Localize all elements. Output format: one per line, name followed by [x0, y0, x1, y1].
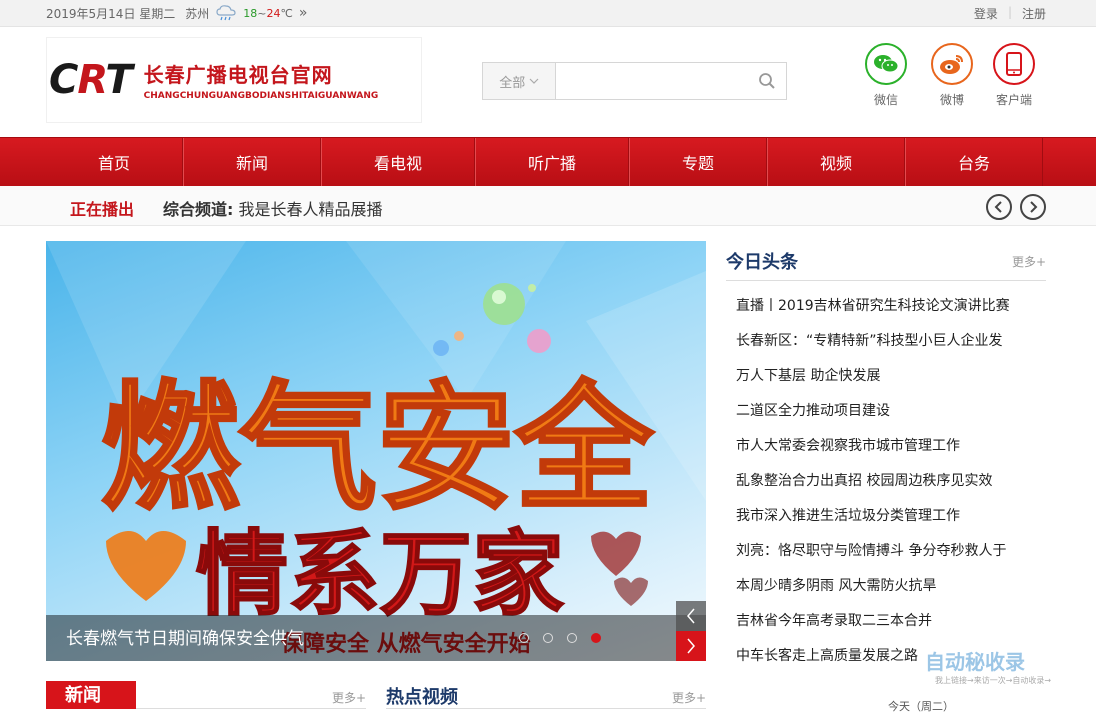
search-scope-label: 全部 — [499, 75, 526, 91]
logo-text: 长春广播电视台官网 CHANGCHUNGUANGBODIANSHITAIGUAN… — [144, 59, 379, 101]
headline-item[interactable]: 吉林省今年高考录取二三本合并 — [726, 604, 1046, 639]
nav-tv[interactable]: 看电视 — [321, 138, 475, 186]
date-text: 2019年5月14日 星期二 — [46, 6, 176, 21]
carousel-dots — [519, 633, 601, 643]
headline-item[interactable]: 市人大常委会视察我市城市管理工作 — [726, 429, 1046, 464]
search-input[interactable] — [556, 63, 749, 99]
carousel-dot-active[interactable] — [591, 633, 601, 643]
nav-topics[interactable]: 专题 — [629, 138, 767, 186]
main-nav: 首页 新闻 看电视 听广播 专题 视频 台务 — [0, 137, 1096, 186]
temp-unit: ℃ — [280, 6, 293, 20]
carousel-dot[interactable] — [519, 633, 529, 643]
headlines-list: 直播丨2019吉林省研究生科技论文演讲比赛 长春新区：“专精特新”科技型小巨人企… — [726, 289, 1046, 674]
carousel-dot[interactable] — [543, 633, 553, 643]
nav-about[interactable]: 台务 — [905, 138, 1043, 186]
weather-more-icon[interactable]: » — [299, 5, 308, 21]
banner-caption[interactable]: 长春燃气节日期间确保安全供气 — [66, 624, 304, 649]
hot-video-header: 热点视频 更多+ — [386, 681, 706, 709]
logo-en: CHANGCHUNGUANGBODIANSHITAIGUANWANG — [143, 91, 379, 101]
crt-logo-mark: CRT — [49, 57, 133, 103]
now-playing-bar: 正在播出 综合频道: 我是长春人精品展播 — [0, 186, 1096, 226]
channel-name: 综合频道: — [163, 200, 234, 219]
weibo-label: 微博 — [939, 93, 964, 107]
headlines-panel: 今日头条 更多+ 直播丨2019吉林省研究生科技论文演讲比赛 长春新区：“专精特… — [726, 241, 1046, 674]
headlines-title: 今日头条 — [726, 252, 798, 273]
wechat-label: 微信 — [873, 93, 898, 107]
chevron-down-icon — [529, 78, 539, 84]
search-scope-select[interactable]: 全部 — [483, 63, 557, 99]
watermark-line1: 自动秘收录 — [925, 650, 1025, 674]
headline-item[interactable]: 刘亮：恪尽职守与险情搏斗 争分夺秒救人于 — [726, 534, 1046, 569]
chevron-left-icon — [687, 608, 695, 624]
weibo-link[interactable]: 微博 — [922, 43, 982, 108]
register-link[interactable]: 注册 — [1022, 5, 1046, 22]
news-section-tab[interactable]: 新闻 — [46, 681, 136, 709]
chevron-left-icon — [994, 201, 1002, 213]
phone-icon — [993, 43, 1035, 85]
headline-item[interactable]: 乱象整治合力出真招 校园周边秩序见实效 — [726, 464, 1046, 499]
wechat-link[interactable]: 微信 — [856, 43, 916, 108]
watermark: 自动秘收录 我上链接→来访一次→自动收录→ — [925, 646, 1051, 686]
logo-cn: 长春广播电视台官网 — [143, 63, 333, 87]
app-link[interactable]: 客户端 — [984, 43, 1044, 108]
temp-sep: ~ — [257, 6, 267, 20]
headline-item[interactable]: 本周少晴多阴雨 风大需防火抗旱 — [726, 569, 1046, 604]
hot-video-title: 热点视频 — [386, 687, 458, 708]
date-weather: 2019年5月14日 星期二 苏州 18~24℃ » — [46, 4, 307, 22]
wechat-icon — [865, 43, 907, 85]
carousel-dot[interactable] — [567, 633, 577, 643]
now-playing-text[interactable]: 综合频道: 我是长春人精品展播 — [163, 196, 383, 220]
banner-carousel[interactable]: 燃气安全 情系万家 保障安全 从燃气安全开始 长春燃气节日期间确保安全供气 — [46, 241, 706, 661]
site-logo[interactable]: CRT 长春广播电视台官网 CHANGCHUNGUANGBODIANSHITAI… — [46, 37, 422, 123]
carousel-prev-button[interactable] — [676, 601, 706, 631]
headlines-more-link[interactable]: 更多+ — [1012, 253, 1046, 270]
search-box: 全部 — [482, 62, 787, 100]
nav-radio[interactable]: 听广播 — [475, 138, 629, 186]
headline-item[interactable]: 直播丨2019吉林省研究生科技论文演讲比赛 — [726, 289, 1046, 324]
login-link[interactable]: 登录 — [974, 5, 998, 22]
svg-text:燃气安全: 燃气安全 — [101, 368, 654, 529]
search-button[interactable] — [748, 63, 786, 99]
now-playing-tag: 正在播出 — [70, 200, 135, 219]
header: CRT 长春广播电视台官网 CHANGCHUNGUANGBODIANSHITAI… — [0, 27, 1096, 137]
news-more-link[interactable]: 更多+ — [332, 689, 366, 706]
carousel-next-button[interactable] — [676, 631, 706, 661]
headline-item[interactable]: 我市深入推进生活垃圾分类管理工作 — [726, 499, 1046, 534]
program-name: 我是长春人精品展播 — [233, 200, 383, 219]
nav-home[interactable]: 首页 — [46, 138, 183, 186]
chevron-right-icon — [687, 638, 695, 654]
weibo-icon — [931, 43, 973, 85]
chevron-right-icon — [1030, 201, 1038, 213]
hot-video-more-link[interactable]: 更多+ — [672, 689, 706, 706]
headlines-header: 今日头条 更多+ — [726, 241, 1046, 281]
banner-image: 燃气安全 情系万家 保障安全 从燃气安全开始 — [46, 241, 706, 657]
temp-low: 18 — [243, 6, 258, 20]
watermark-line2: 我上链接→来访一次→自动收录→ — [935, 676, 1052, 685]
next-program-button[interactable] — [1020, 194, 1046, 220]
nav-video[interactable]: 视频 — [767, 138, 905, 186]
weather-today: 今天（周二） — [888, 700, 954, 713]
city-text: 苏州 — [185, 6, 210, 21]
search-icon — [759, 73, 775, 89]
svg-text:情系万家: 情系万家 — [196, 521, 564, 628]
temperature: 18~24℃ — [243, 7, 293, 20]
news-section-header: 新闻 更多+ — [46, 681, 366, 709]
prev-program-button[interactable] — [986, 194, 1012, 220]
account-links: 登录 | 注册 — [974, 5, 1046, 22]
app-label: 客户端 — [995, 93, 1032, 107]
headline-item[interactable]: 二道区全力推动项目建设 — [726, 394, 1046, 429]
top-bar: 2019年5月14日 星期二 苏州 18~24℃ » 登录 | 注册 — [0, 0, 1096, 27]
temp-high: 24 — [266, 6, 281, 20]
rain-cloud-icon — [216, 5, 236, 21]
headline-item[interactable]: 万人下基层 助企快发展 — [726, 359, 1046, 394]
nav-news[interactable]: 新闻 — [183, 138, 321, 186]
separator: | — [1007, 5, 1012, 19]
headline-item[interactable]: 长春新区：“专精特新”科技型小巨人企业发 — [726, 324, 1046, 359]
